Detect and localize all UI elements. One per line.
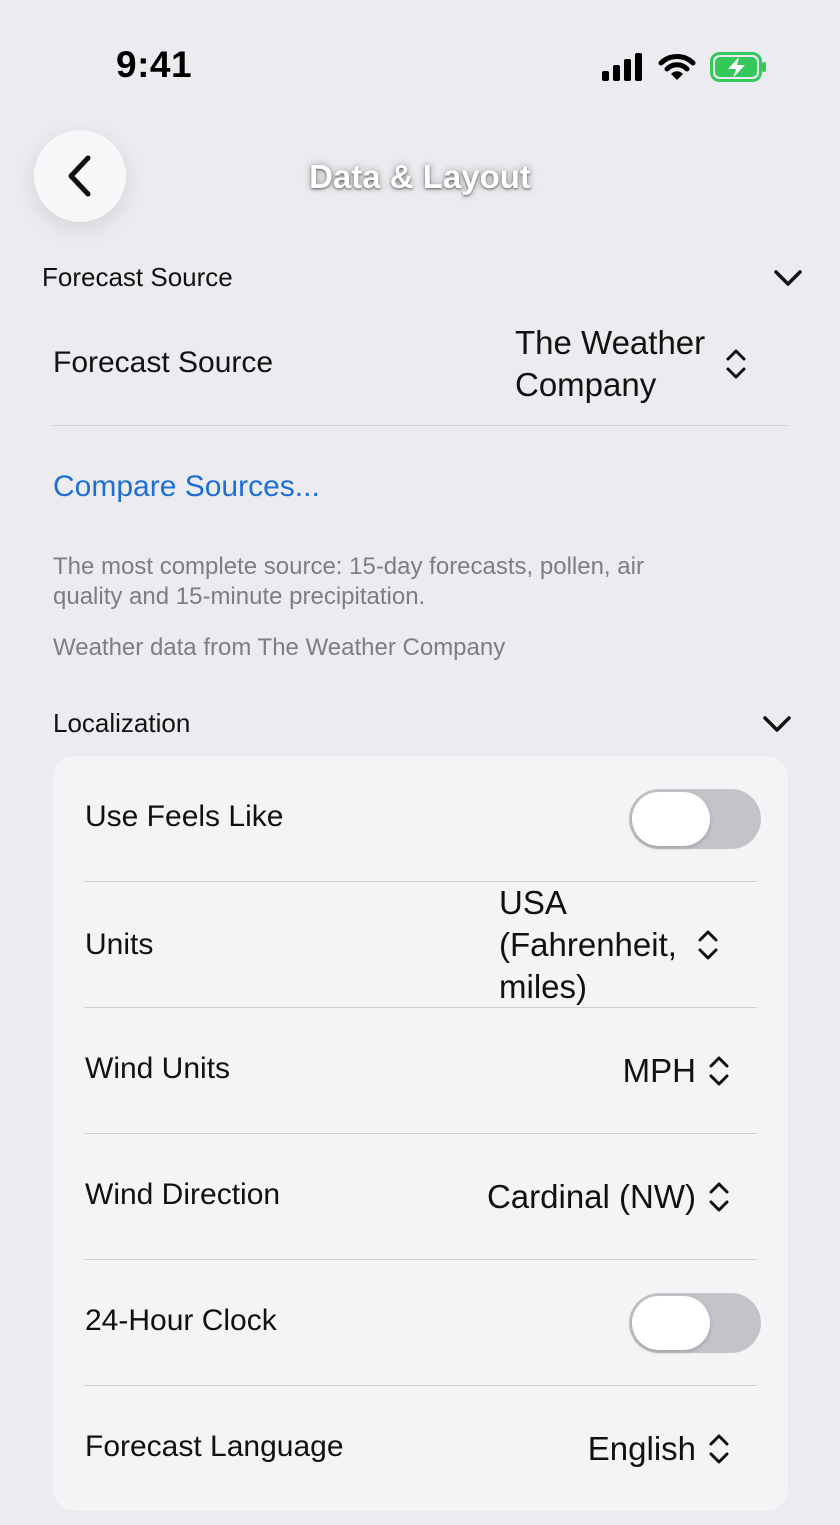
cellular-signal-icon: [602, 53, 642, 81]
section-header-localization[interactable]: Localization: [0, 700, 840, 750]
wind-units-label: Wind Units: [85, 1052, 231, 1085]
forecast-language-picker[interactable]: English: [588, 1428, 730, 1470]
status-time: 9:41: [116, 44, 193, 85]
clock-row: 24-Hour Clock: [53, 1260, 788, 1386]
page-title: Data & Layout: [309, 158, 531, 195]
toggle-knob: [632, 792, 710, 846]
status-icons: [602, 50, 768, 84]
feels-like-toggle[interactable]: [629, 789, 761, 849]
units-row: Units USA (Fahrenheit, miles): [53, 882, 788, 1008]
wind-direction-label: Wind Direction: [85, 1178, 281, 1211]
feels-like-label: Use Feels Like: [85, 800, 284, 833]
chevron-up-down-icon: [726, 349, 746, 379]
section-title: Forecast Source: [42, 262, 233, 292]
chevron-down-icon: [774, 270, 802, 286]
chevron-up-down-icon: [709, 1056, 729, 1086]
chevron-up-down-icon: [709, 1182, 729, 1212]
section-header-forecast-source[interactable]: Forecast Source: [0, 254, 840, 304]
wind-units-value: MPH: [622, 1052, 696, 1089]
wind-units-row: Wind Units MPH: [53, 1008, 788, 1134]
compare-sources-link[interactable]: Compare Sources...: [53, 470, 320, 504]
attribution-text: Weather data from The Weather Company: [53, 634, 506, 661]
battery-charging-icon: [710, 52, 766, 82]
forecast-source-picker[interactable]: The Weather Company: [515, 322, 747, 406]
chevron-up-down-icon: [698, 930, 718, 960]
forecast-language-row: Forecast Language English: [53, 1386, 788, 1512]
chevron-down-icon: [763, 716, 791, 732]
source-description: The most complete source: 15-day forecas…: [53, 553, 644, 610]
navigation-bar: Data & Layout: [0, 120, 840, 230]
divider: [53, 425, 788, 426]
wind-units-picker[interactable]: MPH: [623, 1050, 730, 1092]
wifi-icon: [658, 54, 696, 80]
forecast-language-value: English: [587, 1430, 696, 1467]
chevron-up-down-icon: [709, 1434, 729, 1464]
feels-like-row: Use Feels Like: [53, 756, 788, 882]
localization-card: Use Feels Like Units USA (Fahrenheit, mi…: [53, 756, 788, 1511]
toggle-knob: [632, 1296, 710, 1350]
wind-direction-value: Cardinal (NW): [486, 1178, 696, 1215]
section-title: Localization: [53, 708, 191, 738]
forecast-language-label: Forecast Language: [85, 1430, 344, 1463]
wind-direction-row: Wind Direction Cardinal (NW): [53, 1134, 788, 1260]
wind-direction-picker[interactable]: Cardinal (NW): [487, 1176, 730, 1218]
forecast-source-label: Forecast Source: [53, 346, 274, 379]
status-bar: 9:41: [0, 0, 840, 120]
clock-label: 24-Hour Clock: [85, 1304, 277, 1337]
units-label: Units: [85, 928, 154, 961]
units-value: USA (Fahrenheit, miles): [499, 884, 677, 1005]
forecast-source-value: The Weather Company: [515, 324, 706, 403]
24-hour-clock-toggle[interactable]: [629, 1293, 761, 1353]
units-picker[interactable]: USA (Fahrenheit, miles): [499, 882, 719, 1008]
